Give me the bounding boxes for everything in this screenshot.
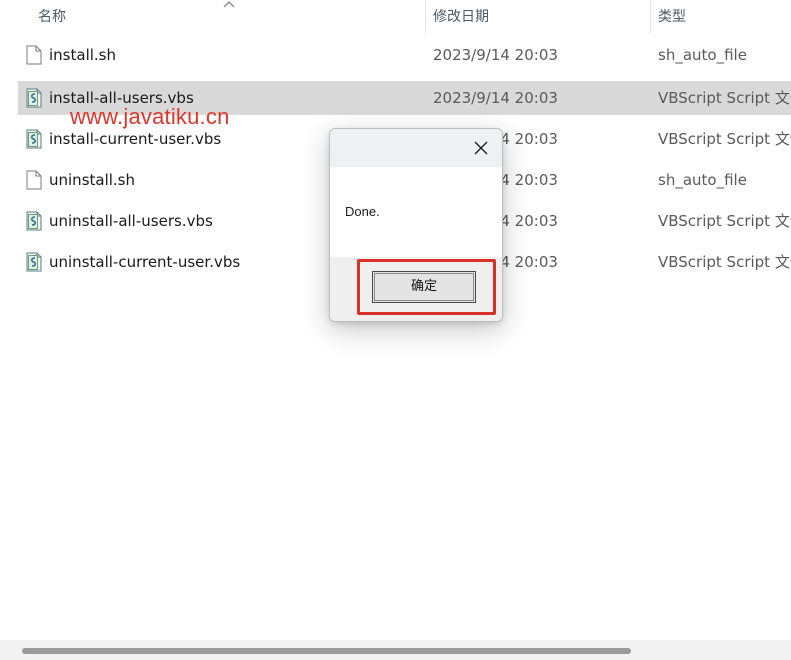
close-icon[interactable] (473, 140, 489, 156)
file-row[interactable]: install.sh 2023/9/14 20:03 sh_auto_file (18, 38, 791, 72)
watermark-text: www.javatiku.cn (70, 104, 230, 129)
document-icon (25, 170, 43, 190)
file-modified: 2023/9/14 20:03 (433, 89, 558, 107)
file-type: VBScript Script 文件 (658, 253, 791, 271)
file-name: uninstall-current-user.vbs (49, 253, 241, 271)
column-separator[interactable] (425, 0, 426, 34)
column-header-name[interactable]: 名称 (38, 0, 66, 34)
file-type: VBScript Script 文件 (658, 89, 791, 107)
file-modified: 2023/9/14 20:03 (433, 46, 558, 64)
highlight-annotation (357, 259, 496, 315)
vbscript-icon (25, 88, 43, 108)
file-type: sh_auto_file (658, 171, 747, 189)
file-name: uninstall-all-users.vbs (49, 212, 213, 230)
dialog-message: Done. (345, 204, 380, 219)
column-separator[interactable] (650, 0, 651, 34)
file-explorer-window: 名称 修改日期 类型 install.sh 2023/9/14 20:03 sh… (0, 0, 791, 660)
sort-ascending-icon (223, 1, 235, 8)
column-header-modified[interactable]: 修改日期 (433, 0, 489, 34)
scrollbar-thumb[interactable] (22, 648, 631, 654)
file-type: VBScript Script 文件 (658, 212, 791, 230)
file-name: install.sh (49, 46, 116, 64)
column-header-bar: 名称 修改日期 类型 (0, 0, 791, 34)
column-header-type[interactable]: 类型 (658, 0, 686, 34)
document-icon (25, 45, 43, 65)
dialog-titlebar[interactable] (330, 129, 502, 167)
file-type: sh_auto_file (658, 46, 747, 64)
file-name: uninstall.sh (49, 171, 136, 189)
file-type: VBScript Script 文件 (658, 130, 791, 148)
vbscript-icon (25, 252, 43, 272)
vbscript-icon (25, 211, 43, 231)
vbscript-icon (25, 129, 43, 149)
